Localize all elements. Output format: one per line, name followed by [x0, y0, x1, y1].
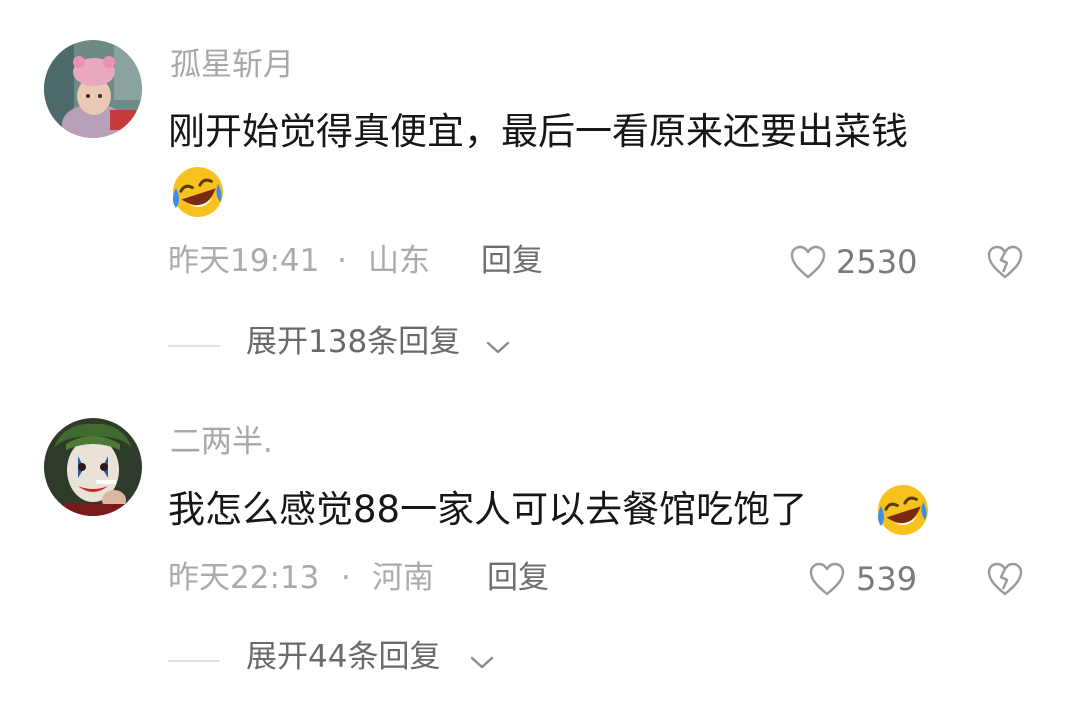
comment-time: 昨天22:13: [168, 560, 320, 596]
dislike-broken-heart-icon[interactable]: [986, 561, 1024, 601]
laughing-crying-emoji-icon: [873, 482, 931, 542]
heart-icon[interactable]: [808, 561, 846, 601]
expand-replies[interactable]: 展开44条回复: [168, 642, 508, 682]
meta-separator: ·: [341, 560, 351, 596]
chevron-down-icon: [468, 652, 496, 676]
comment-text: 我怎么感觉88一家人可以去餐馆吃饱了: [168, 488, 808, 531]
username[interactable]: 二两半.: [170, 427, 273, 458]
reply-button[interactable]: 回复: [487, 563, 549, 594]
like-count: 539: [856, 560, 918, 598]
comment-item: 二两半. 我怎么感觉88一家人可以去餐馆吃饱了 昨天22:13 · 河南 回复 …: [0, 0, 1080, 719]
expand-replies-label: 展开44条回复: [246, 639, 441, 675]
divider-line: [168, 660, 220, 662]
comment-location: 河南: [372, 560, 434, 596]
avatar[interactable]: [44, 418, 142, 516]
